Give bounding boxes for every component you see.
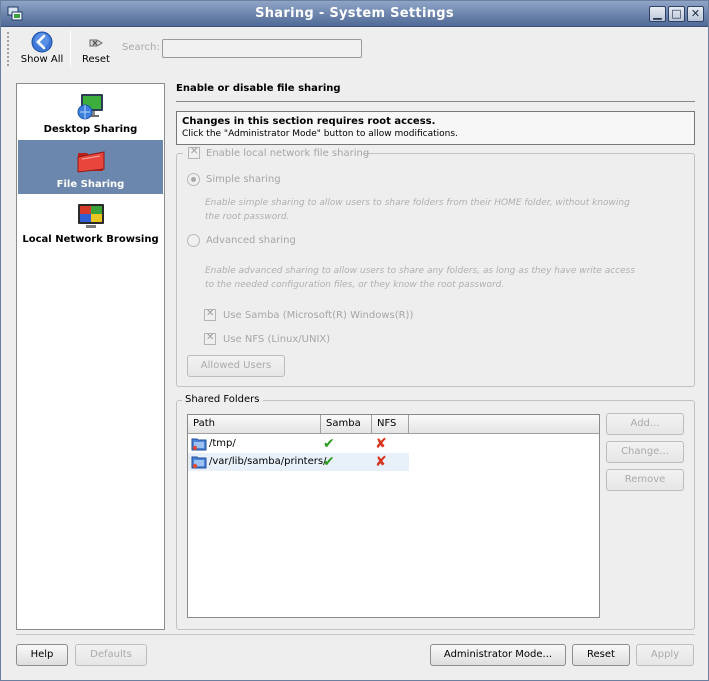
toolbar-grip[interactable] — [6, 31, 11, 67]
column-header-path[interactable]: Path — [188, 415, 321, 434]
page-title: Enable or disable file sharing — [176, 83, 341, 94]
advanced-sharing-label: Advanced sharing — [206, 235, 296, 246]
simple-sharing-label: Simple sharing — [206, 174, 281, 185]
column-header-samba[interactable]: Samba — [321, 415, 372, 434]
toolbar-separator — [70, 31, 71, 67]
desktop-sharing-icon — [77, 94, 103, 120]
close-icon: ✕ — [690, 7, 701, 20]
samba-enabled-check-icon: ✔ — [323, 436, 335, 452]
enable-local-sharing-checkbox[interactable] — [188, 146, 200, 159]
network-browsing-icon — [78, 204, 104, 228]
window-title: Sharing - System Settings — [255, 6, 454, 21]
root-access-notice: Changes in this section requires root ac… — [176, 111, 695, 145]
advanced-sharing-description: Enable advanced sharing to allow users t… — [205, 264, 685, 292]
column-header-filler — [409, 415, 599, 434]
back-arrow-icon — [31, 31, 53, 53]
search-label: Search: — [122, 42, 160, 53]
samba-enabled-check-icon: ✔ — [323, 454, 335, 470]
toolbar-reset-label: Reset — [82, 54, 110, 65]
defaults-button[interactable]: Defaults — [75, 644, 147, 666]
simple-sharing-description: Enable simple sharing to allow users to … — [205, 196, 685, 224]
table-row[interactable]: /var/lib/samba/printers/ ✔ ✘ — [188, 453, 409, 471]
minimize-button[interactable]: ▁ — [649, 6, 666, 22]
settings-window: Sharing - System Settings ▁ □ ✕ Show All… — [0, 0, 709, 681]
reset-button[interactable]: Reset — [572, 644, 630, 666]
use-nfs-checkbox[interactable] — [204, 332, 216, 345]
reset-icon — [89, 39, 103, 47]
folder-sharing-icon — [77, 151, 105, 173]
notice-bold-text: Changes in this section requires root ac… — [182, 116, 436, 127]
sidebar-item-desktop-sharing[interactable]: Desktop Sharing — [18, 85, 163, 139]
column-header-nfs[interactable]: NFS — [372, 415, 409, 434]
advanced-desc-line-1: Enable advanced sharing to allow users t… — [205, 266, 636, 276]
allowed-users-button[interactable]: Allowed Users — [187, 355, 285, 377]
advanced-desc-line-2: to the needed configuration files, or th… — [205, 280, 505, 290]
use-samba-checkbox[interactable] — [204, 308, 216, 321]
minimize-icon: ▁ — [653, 7, 662, 20]
shared-folder-icon — [191, 456, 207, 469]
sidebar-item-label: Local Network Browsing — [22, 234, 159, 245]
table-row[interactable]: /tmp/ ✔ ✘ — [188, 435, 409, 453]
remove-folder-button[interactable]: Remove — [606, 469, 684, 491]
shared-folders-legend: Shared Folders — [182, 394, 263, 405]
row-path: /tmp/ — [209, 438, 236, 449]
footer-divider — [16, 634, 695, 635]
change-folder-button[interactable]: Change... — [606, 441, 684, 463]
show-all-label: Show All — [20, 54, 64, 65]
use-nfs-label: Use NFS (Linux/UNIX) — [223, 334, 331, 345]
simple-sharing-radio[interactable] — [187, 173, 200, 186]
use-samba-label: Use Samba (Microsoft(R) Windows(R)) — [223, 310, 414, 321]
notice-text: Click the "Administrator Mode" button to… — [182, 129, 458, 139]
shared-folder-icon — [191, 438, 207, 451]
search-input[interactable] — [162, 39, 362, 58]
maximize-button[interactable]: □ — [668, 6, 685, 22]
title-bar[interactable]: Sharing - System Settings ▁ □ ✕ — [1, 1, 708, 27]
advanced-sharing-radio[interactable] — [187, 234, 200, 247]
shared-folders-table[interactable]: Path Samba NFS /tmp/ ✔ ✘ /var/lib/samba/… — [187, 414, 600, 618]
administrator-mode-button[interactable]: Administrator Mode... — [430, 644, 566, 666]
apply-button[interactable]: Apply — [636, 644, 694, 666]
sidebar-item-label: File Sharing — [56, 179, 125, 190]
nfs-disabled-cross-icon: ✘ — [375, 454, 387, 470]
category-list: Desktop Sharing File Sharing Local Netwo… — [16, 83, 165, 630]
toolbar: Show All Reset Search: — [1, 27, 708, 71]
heading-divider — [176, 101, 695, 102]
add-folder-button[interactable]: Add... — [606, 413, 684, 435]
sidebar-item-label: Desktop Sharing — [43, 124, 138, 135]
row-path: /var/lib/samba/printers/ — [209, 456, 327, 467]
show-all-button[interactable]: Show All — [19, 29, 65, 69]
maximize-icon: □ — [671, 7, 682, 20]
sidebar-item-file-sharing[interactable]: File Sharing — [18, 140, 163, 194]
simple-desc-line-2: the root password. — [205, 212, 290, 222]
sidebar-item-local-network-browsing[interactable]: Local Network Browsing — [18, 195, 163, 249]
simple-desc-line-1: Enable simple sharing to allow users to … — [205, 198, 630, 208]
close-button[interactable]: ✕ — [687, 6, 704, 22]
toolbar-reset-button[interactable]: Reset — [77, 29, 115, 69]
enable-local-sharing-label: Enable local network file sharing — [206, 148, 370, 159]
nfs-disabled-cross-icon: ✘ — [375, 436, 387, 452]
help-button[interactable]: Help — [16, 644, 68, 666]
